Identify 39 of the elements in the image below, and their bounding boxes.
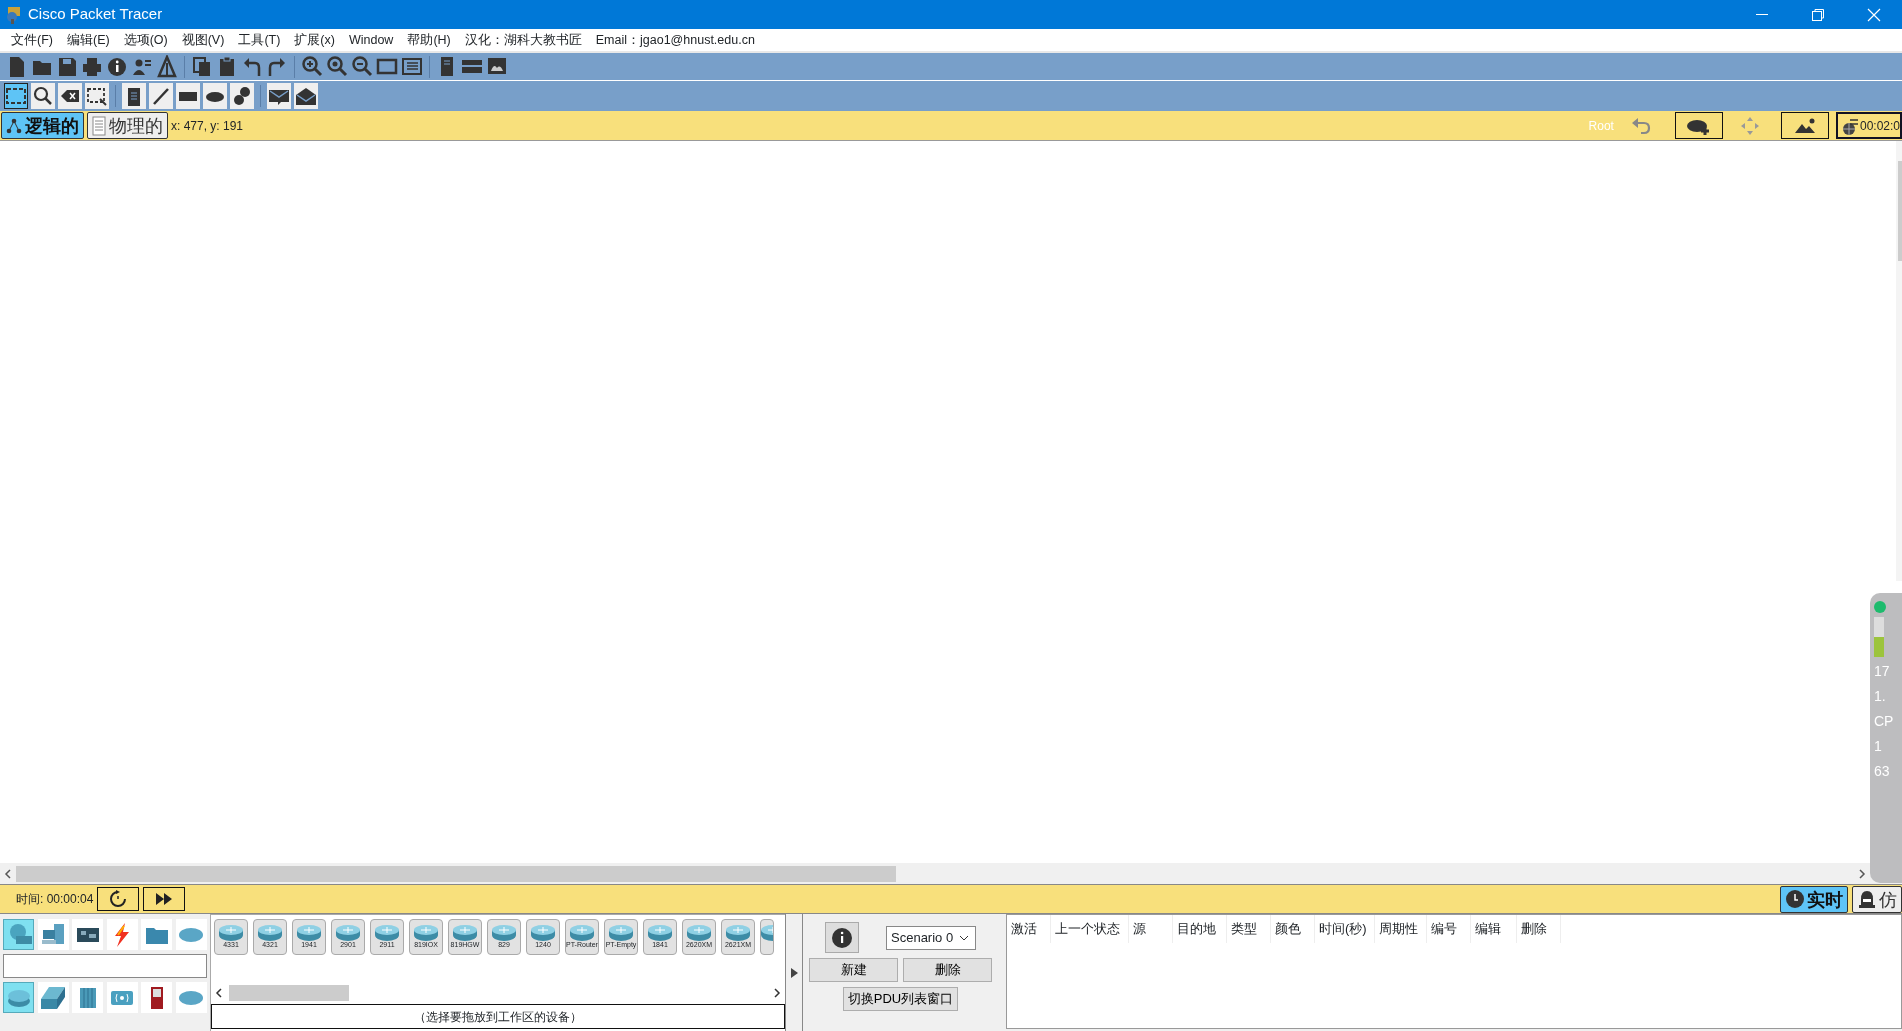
menu-item[interactable]: 帮助(H) (400, 30, 458, 50)
column-header: 周期性 (1375, 915, 1427, 943)
workspace-tab[interactable]: 逻辑的 (1, 112, 84, 139)
scenario-dropdown[interactable]: Scenario 0 (886, 925, 976, 950)
menu-item[interactable]: Window (341, 30, 401, 50)
menu-item[interactable]: 文件(F) (4, 30, 60, 50)
menu-item[interactable]: 工具(T) (231, 30, 288, 50)
column-header: 编号 (1427, 915, 1471, 943)
pdu-button[interactable]: 新建 (809, 958, 898, 982)
monitor-reading: 1 (1874, 737, 1882, 756)
monitor-reading: CP (1874, 712, 1894, 731)
toggle-pdu-list-button[interactable]: 切换PDU列表窗口 (842, 987, 959, 1011)
column-header: 编辑 (1471, 915, 1517, 943)
mode-tab[interactable]: 实时 (1780, 885, 1848, 913)
menu-item[interactable]: 编辑(E) (59, 30, 117, 50)
menu-item[interactable]: Email：jgao1@hnust.edu.cn (588, 30, 762, 50)
monitor-reading: 17 (1874, 662, 1890, 681)
column-header: 激活 (1007, 915, 1051, 943)
column-header: 源 (1129, 915, 1173, 943)
cursor-coordinates: x: 477, y: 191 (171, 117, 244, 135)
column-header: 删除 (1517, 915, 1561, 943)
window-title: Cisco Packet Tracer (28, 4, 164, 25)
monitor-reading: 1. (1874, 687, 1886, 706)
pdu-button[interactable]: 删除 (903, 958, 992, 982)
device-hint-text: （选择要拖放到工作区的设备） (211, 1004, 785, 1029)
menu-item[interactable]: 视图(V) (174, 30, 232, 50)
column-header: 颜色 (1271, 915, 1315, 943)
menu-item[interactable]: 选项(O) (116, 30, 175, 50)
column-header: 类型 (1227, 915, 1271, 943)
column-header: 时间(秒) (1315, 915, 1375, 943)
menu-item[interactable]: 扩展(x) (287, 30, 342, 50)
column-header: 上一个状态 (1051, 915, 1129, 943)
column-header: 目的地 (1173, 915, 1227, 943)
mode-tab[interactable]: 仿 (1852, 885, 1902, 913)
workspace-tab[interactable]: 物理的 (87, 112, 168, 139)
elapsed-time: 时间: 00:00:04 (16, 891, 94, 908)
clock-display: 00:02:0 (1835, 112, 1902, 139)
monitor-reading: 63 (1874, 762, 1890, 781)
menu-item[interactable]: 汉化：湖科大教书匠 (457, 30, 589, 50)
